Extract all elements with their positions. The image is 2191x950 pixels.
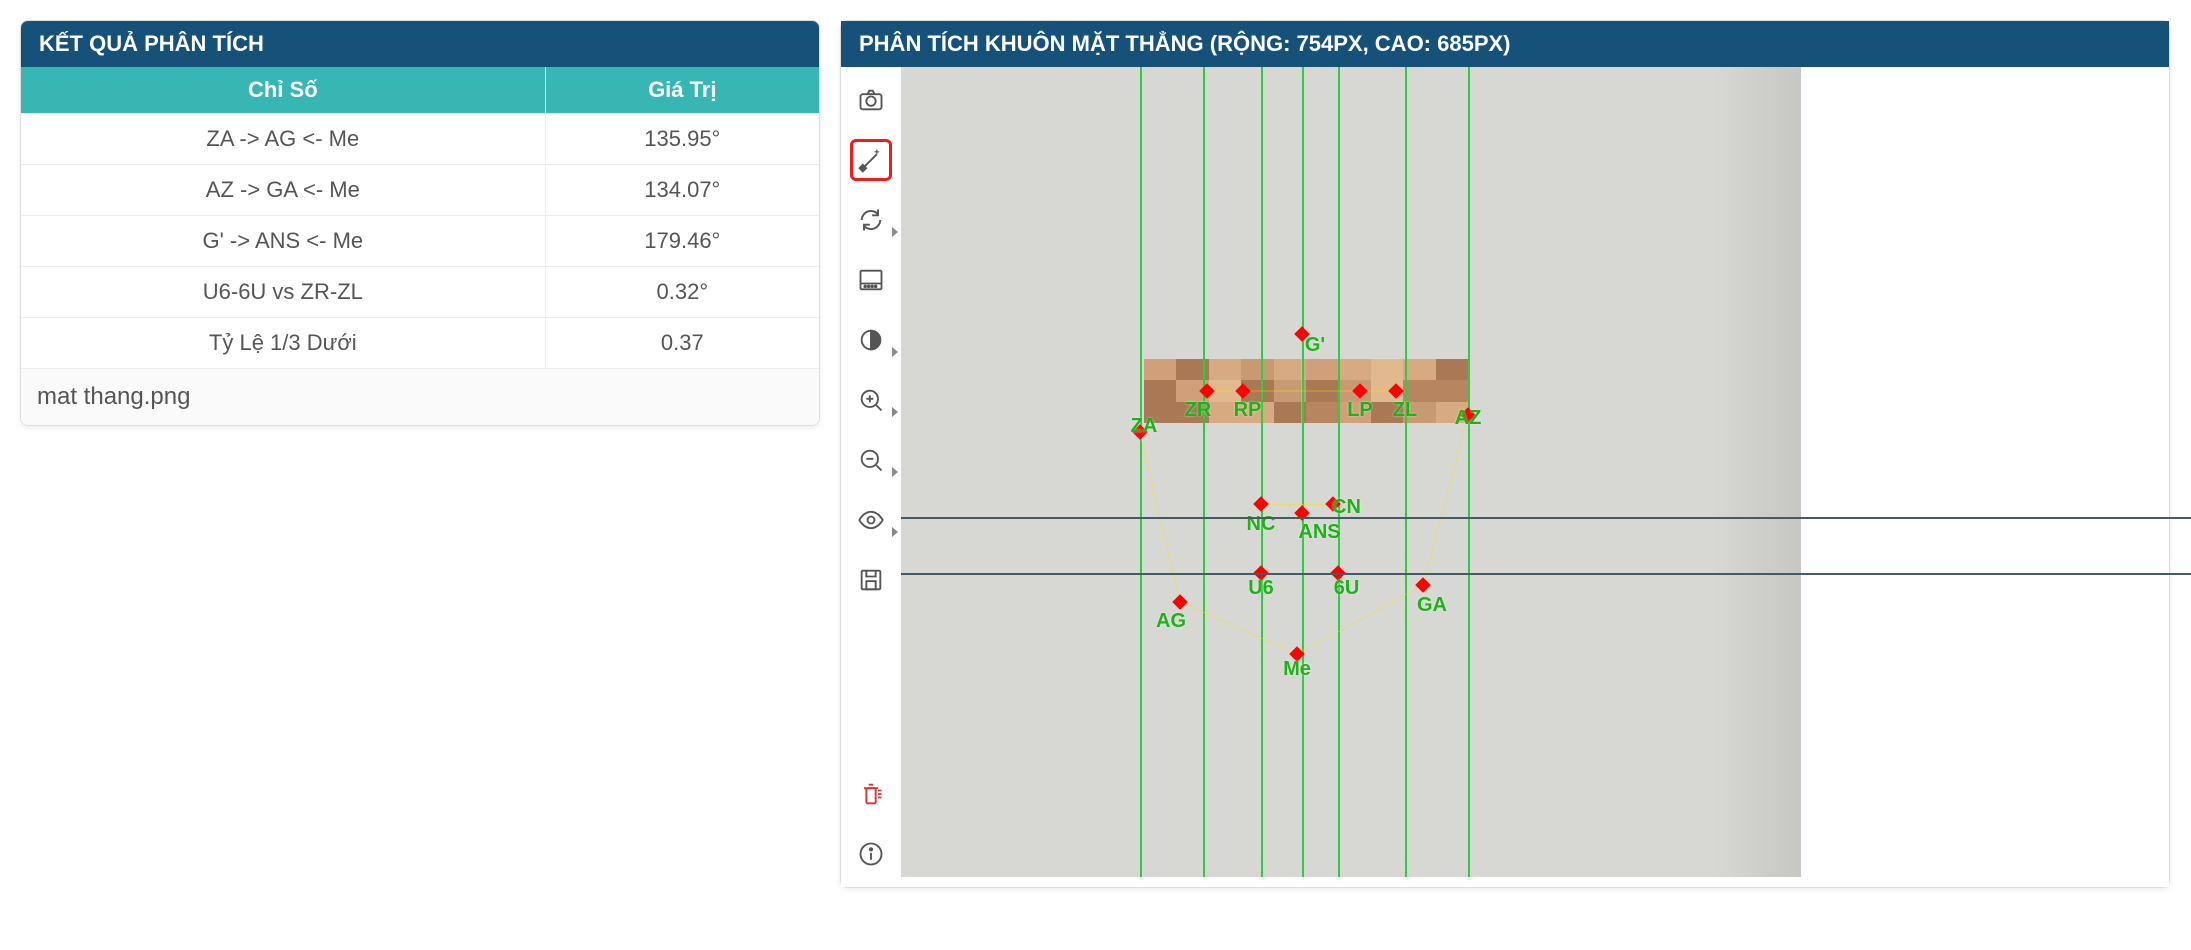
metric-cell: U6-6U vs ZR-ZL — [21, 267, 545, 318]
table-row: G' -> ANS <- Me179.46° — [21, 216, 819, 267]
delete-icon[interactable] — [850, 773, 892, 815]
image-viewport[interactable]: G'ZRRPLPZLZAAZNCCNANSU66UAGGAMe — [901, 67, 2169, 887]
visibility-icon[interactable] — [850, 499, 892, 541]
table-row: ZA -> AG <- Me135.95° — [21, 114, 819, 165]
image-panel: PHÂN TÍCH KHUÔN MẶT THẲNG (RỘNG: 754PX, … — [840, 20, 2170, 888]
image-toolbar — [841, 67, 901, 887]
refresh-icon[interactable] — [850, 199, 892, 241]
metric-cell: Tỷ Lệ 1/3 Dưới — [21, 318, 545, 369]
photo-background — [901, 67, 1801, 877]
results-table: Chỉ Số Giá Trị ZA -> AG <- Me135.95°AZ -… — [21, 67, 819, 368]
metric-cell: AZ -> GA <- Me — [21, 165, 545, 216]
horizontal-guide — [901, 573, 2191, 575]
camera-icon[interactable] — [850, 79, 892, 121]
col-value: Giá Trị — [545, 67, 819, 114]
metric-cell: ZA -> AG <- Me — [21, 114, 545, 165]
value-cell: 0.32° — [545, 267, 819, 318]
value-cell: 0.37 — [545, 318, 819, 369]
value-cell: 135.95° — [545, 114, 819, 165]
image-header: PHÂN TÍCH KHUÔN MẶT THẲNG (RỘNG: 754PX, … — [841, 21, 2169, 67]
zoom-out-icon[interactable] — [850, 439, 892, 481]
save-icon[interactable] — [850, 559, 892, 601]
magic-wand-icon[interactable] — [850, 139, 892, 181]
zoom-in-icon[interactable] — [850, 379, 892, 421]
value-cell: 134.07° — [545, 165, 819, 216]
table-row: AZ -> GA <- Me134.07° — [21, 165, 819, 216]
value-cell: 179.46° — [545, 216, 819, 267]
col-metric: Chỉ Số — [21, 67, 545, 114]
table-row: Tỷ Lệ 1/3 Dưới0.37 — [21, 318, 819, 369]
results-panel: KẾT QUẢ PHÂN TÍCH Chỉ Số Giá Trị ZA -> A… — [20, 20, 820, 426]
brightness-icon[interactable] — [850, 319, 892, 361]
results-header: KẾT QUẢ PHÂN TÍCH — [21, 21, 819, 67]
info-icon[interactable] — [850, 833, 892, 875]
metric-cell: G' -> ANS <- Me — [21, 216, 545, 267]
filename-row: mat thang.png — [21, 368, 819, 425]
eyes-pixelation — [1144, 359, 1468, 424]
horizontal-guide — [901, 517, 2191, 519]
grid-icon[interactable] — [850, 259, 892, 301]
wall-shadow — [1711, 67, 1801, 877]
table-row: U6-6U vs ZR-ZL0.32° — [21, 267, 819, 318]
